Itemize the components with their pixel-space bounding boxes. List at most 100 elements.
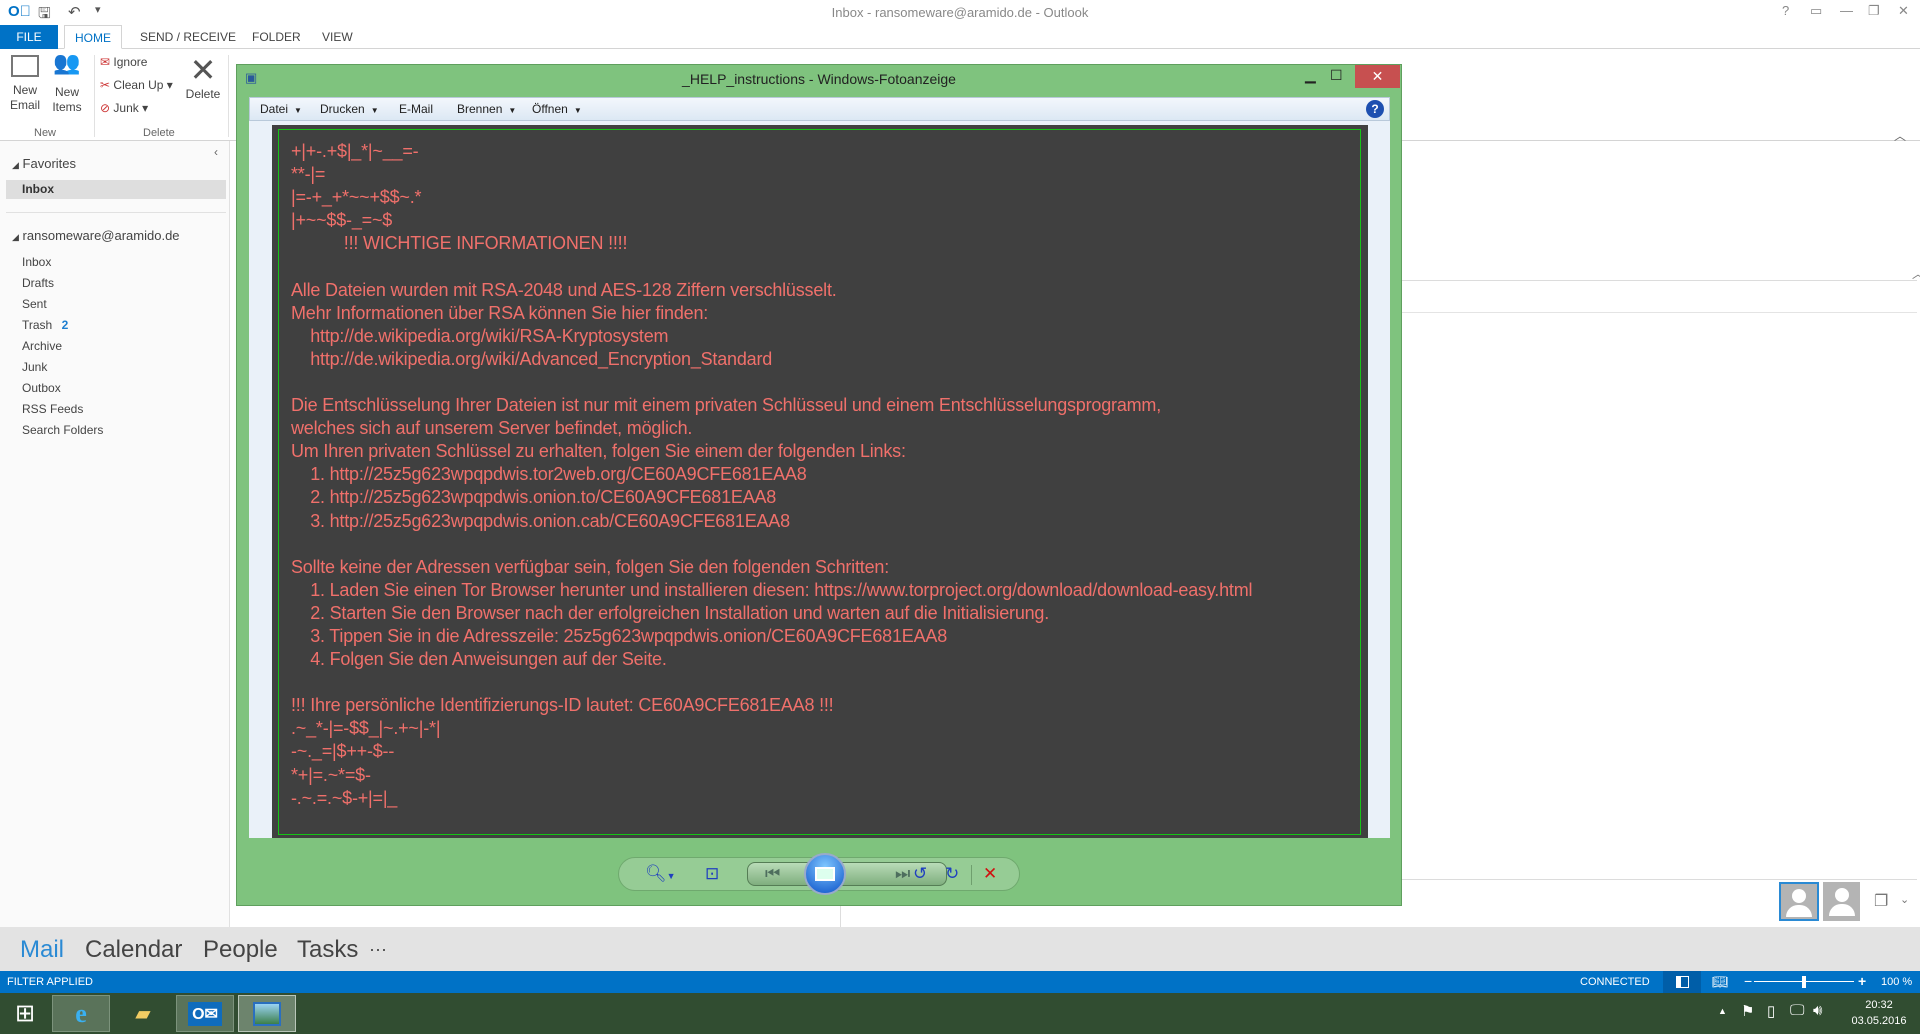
- junk-button[interactable]: ⊘ Junk ▾: [100, 101, 148, 116]
- menu-datei[interactable]: Datei ▼: [260, 102, 302, 116]
- avatar[interactable]: [1823, 882, 1860, 921]
- ransom-note-image: +|+-.+$|_*|~__=- **-|= |=-+_+*~~+$$~.* |+~~…: [272, 125, 1368, 838]
- note-line: -.~.=.~$-+|=|_: [291, 787, 398, 808]
- power-icon[interactable]: ▯: [1767, 1002, 1775, 1020]
- note-line: http://de.wikipedia.org/wiki/Advanced_En…: [291, 348, 773, 369]
- new-items-icon: 👥: [53, 50, 81, 75]
- minimize-button[interactable]: —: [1840, 3, 1853, 18]
- tab-folder[interactable]: FOLDER: [242, 25, 311, 49]
- menu-drucken[interactable]: Drucken ▼: [320, 102, 379, 116]
- normal-view-button[interactable]: [1663, 971, 1701, 993]
- reading-view-icon[interactable]: 📖︎: [1712, 974, 1729, 990]
- delete-button[interactable]: ✕ Delete: [184, 53, 222, 102]
- action-center-icon[interactable]: ⚑: [1741, 1002, 1754, 1020]
- viewer-menu-bar: Datei ▼ Drucken ▼ E-Mail Brennen ▼ Öffnen ▼ …: [249, 97, 1390, 121]
- note-line: 1. Laden Sie einen Tor Browser herunter …: [291, 579, 1253, 600]
- folder-sent[interactable]: Sent: [22, 297, 47, 311]
- note-line: Die Entschlüsselung Ihrer Dateien ist nu…: [291, 395, 1162, 416]
- group-label-delete: Delete: [143, 127, 175, 139]
- outlook-title-bar: O⃞ 🖫 ↶ ▾ Inbox - ransomeware@aramido.de …: [0, 0, 1920, 25]
- zoom-icon[interactable]: 🔍︎▼: [645, 864, 676, 884]
- taskbar-file-explorer[interactable]: ▰: [114, 995, 172, 1032]
- rotate-right-icon[interactable]: ↻: [945, 864, 959, 884]
- actual-size-icon[interactable]: ⊡: [705, 864, 719, 884]
- favorites-inbox[interactable]: Inbox: [6, 180, 226, 199]
- folder-trash[interactable]: Trash 2: [22, 318, 68, 332]
- ransom-note-text: +|+-.+$|_*|~__=- **-|= |=-+_+*~~+$$~.* |+~~…: [291, 140, 1252, 810]
- image-area: +|+-.+$|_*|~__=- **-|= |=-+_+*~~+$$~.* |+~~…: [249, 121, 1390, 838]
- clean-up-button[interactable]: ✂ Clean Up ▾: [100, 78, 173, 93]
- folder-outbox[interactable]: Outbox: [22, 381, 61, 395]
- note-line: Alle Dateien wurden mit RSA-2048 und AES…: [291, 279, 837, 300]
- note-line: [291, 671, 1252, 694]
- restore-button[interactable]: ❐: [1868, 3, 1880, 19]
- zoom-out-button[interactable]: −: [1744, 973, 1752, 989]
- folder-search-folders[interactable]: Search Folders: [22, 423, 103, 437]
- nav-people[interactable]: People: [203, 936, 278, 964]
- taskbar-outlook[interactable]: O✉: [176, 995, 234, 1032]
- people-pane-icon[interactable]: ❐: [1874, 891, 1888, 911]
- note-line: +|+-.+$|_*|~__=-: [291, 141, 419, 161]
- delete-icon[interactable]: ✕: [983, 864, 997, 884]
- file-explorer-icon: ▰: [135, 1003, 151, 1025]
- new-items-button[interactable]: 👥 New Items: [48, 50, 86, 115]
- network-icon[interactable]: 🖵︎: [1790, 1002, 1804, 1019]
- nav-tasks[interactable]: Tasks: [297, 936, 358, 964]
- close-button[interactable]: ✕: [1355, 65, 1400, 88]
- menu-brennen[interactable]: Brennen ▼: [457, 102, 516, 116]
- maximize-button[interactable]: ☐: [1330, 67, 1343, 84]
- taskbar-internet-explorer[interactable]: e: [52, 995, 110, 1032]
- nav-more-icon[interactable]: ···: [369, 939, 387, 960]
- folder-drafts[interactable]: Drafts: [22, 276, 54, 290]
- show-hidden-icons[interactable]: ▲: [1718, 1006, 1727, 1016]
- collapse-pane-icon[interactable]: ‹: [214, 145, 218, 159]
- new-email-button[interactable]: New Email: [8, 55, 42, 113]
- nav-calendar[interactable]: Calendar: [85, 936, 182, 964]
- ignore-button[interactable]: ✉ Ignore: [100, 55, 147, 70]
- clock[interactable]: 20:32 03.05.2016: [1846, 997, 1912, 1029]
- account-header[interactable]: ◢ ransomeware@aramido.de: [12, 228, 180, 243]
- zoom-in-button[interactable]: +: [1858, 973, 1866, 989]
- tab-home[interactable]: HOME: [64, 25, 122, 49]
- folder-archive[interactable]: Archive: [22, 339, 62, 353]
- note-line: http://de.wikipedia.org/wiki/RSA-Kryptos…: [291, 325, 669, 346]
- tab-send-receive[interactable]: SEND / RECEIVE: [130, 25, 246, 49]
- rotate-left-icon[interactable]: ↺: [913, 864, 927, 884]
- menu-oeffnen[interactable]: Öffnen ▼: [532, 102, 582, 116]
- slideshow-button[interactable]: [804, 853, 846, 895]
- zoom-slider-thumb[interactable]: [1802, 976, 1806, 988]
- note-line: 3. Tippen Sie in die Adresszeile: 25z5g6…: [291, 625, 948, 646]
- reading-pane: ︿ ❐ ⌄: [1402, 141, 1920, 927]
- ribbon-tabs: FILE HOME SEND / RECEIVE FOLDER VIEW: [0, 25, 1920, 49]
- note-line: 1. http://25z5g623wpqpdwis.tor2web.org/C…: [291, 464, 807, 485]
- close-button[interactable]: ✕: [1898, 3, 1909, 19]
- help-icon[interactable]: ?: [1366, 100, 1384, 118]
- start-button[interactable]: ⊞: [2, 995, 48, 1032]
- photo-viewer-window: ▣ _HELP_instructions - Windows-Fotoanzei…: [236, 64, 1402, 906]
- note-line: |=-+_+*~~+$$~.*: [291, 187, 422, 208]
- zoom-level[interactable]: 100 %: [1881, 976, 1912, 988]
- taskbar-photo-viewer[interactable]: [238, 995, 296, 1032]
- note-line: !!! WICHTIGE INFORMATIONEN !!!!: [291, 233, 628, 254]
- nav-mail[interactable]: Mail: [20, 936, 64, 964]
- tab-view[interactable]: VIEW: [312, 25, 363, 49]
- menu-email[interactable]: E-Mail: [399, 102, 433, 116]
- normal-view-icon: [1675, 976, 1689, 988]
- volume-icon[interactable]: 🔊︎: [1813, 1002, 1822, 1019]
- avatar[interactable]: [1779, 882, 1819, 921]
- previous-icon[interactable]: ⏮: [765, 864, 780, 884]
- note-line: [291, 371, 1252, 394]
- folder-inbox[interactable]: Inbox: [22, 255, 51, 269]
- next-icon[interactable]: ⏭: [895, 864, 910, 884]
- tab-file[interactable]: FILE: [0, 25, 58, 49]
- minimize-button[interactable]: ▁: [1305, 67, 1316, 84]
- ribbon-display-icon[interactable]: ▭: [1810, 3, 1822, 19]
- note-line: welches sich auf unserem Server befindet…: [291, 418, 693, 439]
- favorites-header[interactable]: ◢ Favorites: [12, 156, 76, 171]
- help-icon[interactable]: ?: [1782, 3, 1789, 18]
- junk-icon: ⊘: [100, 101, 111, 115]
- chevron-down-icon[interactable]: ⌄: [1900, 893, 1909, 906]
- note-line: Mehr Informationen über RSA können Sie h…: [291, 302, 709, 323]
- folder-junk[interactable]: Junk: [22, 360, 47, 374]
- folder-rss-feeds[interactable]: RSS Feeds: [22, 402, 83, 416]
